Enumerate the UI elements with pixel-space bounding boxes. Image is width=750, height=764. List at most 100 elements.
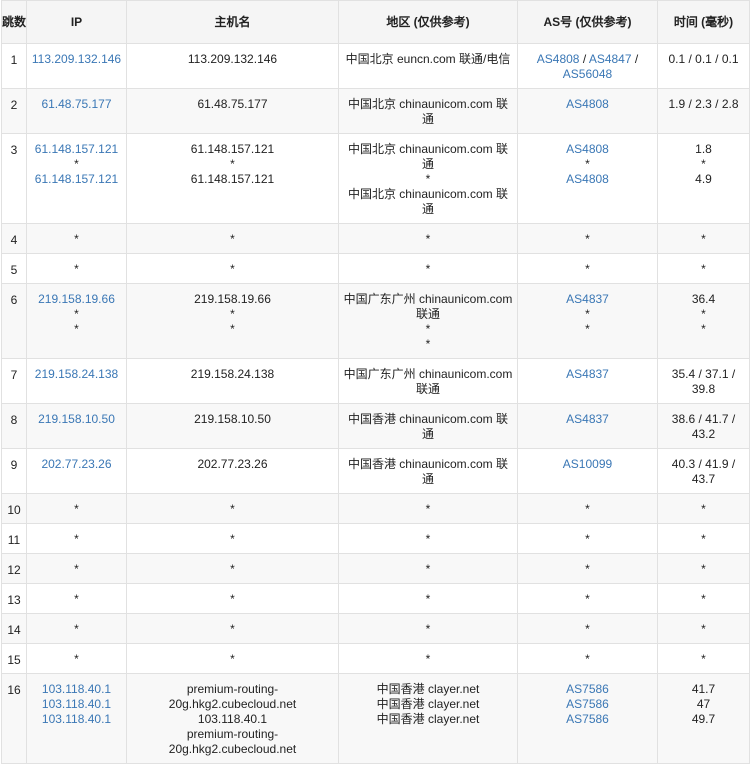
as-line: AS7586 [522, 682, 653, 697]
hostname-text: 61.148.157.121 [190, 142, 275, 156]
time-text: 41.7 [691, 682, 716, 696]
as-line: * [522, 262, 653, 277]
as-empty: * [585, 262, 590, 276]
ip-link[interactable]: 219.158.24.138 [31, 367, 122, 382]
hostname-text: * [230, 157, 235, 171]
hostname-text: * [230, 262, 235, 276]
ip-cell: * [26, 583, 127, 614]
hostname-text: premium-routing- [186, 682, 279, 696]
as-cell: AS7586 AS7586 AS7586 [517, 673, 658, 764]
as-link[interactable]: AS4837 [566, 412, 609, 426]
hostname-cell: * [126, 643, 339, 674]
ip-empty: * [74, 307, 79, 321]
time-cell: 36.4 * * [657, 283, 750, 359]
time-cell: * [657, 493, 750, 524]
region-text: * [425, 652, 431, 666]
region-text: 中国北京 euncn.com 联通/电信 [345, 52, 511, 66]
hostname-cell: * [126, 223, 339, 254]
ip-empty: * [74, 232, 79, 246]
as-line: AS4837 [522, 367, 653, 382]
ip-cell: * [26, 553, 127, 584]
as-link[interactable]: AS4808 [537, 52, 580, 66]
as-link[interactable]: AS10099 [563, 457, 612, 471]
as-header: AS号 (仅供参考) [517, 0, 658, 44]
time-text: 47 [696, 697, 711, 711]
ip-link[interactable]: 202.77.23.26 [31, 457, 122, 472]
time-cell: * [657, 583, 750, 614]
hostname-text: * [230, 502, 235, 516]
ip-empty: * [74, 322, 79, 336]
as-link[interactable]: AS4847 [589, 52, 632, 66]
as-link[interactable]: AS4808 [566, 142, 609, 156]
as-link[interactable]: AS56048 [563, 67, 612, 81]
as-cell: * [517, 613, 658, 644]
hostname-cell: 219.158.19.66 * * [126, 283, 339, 359]
as-line: AS10099 [522, 457, 653, 472]
as-line: * [522, 562, 653, 577]
time-cell: * [657, 253, 750, 284]
region-cell: 中国北京 chinaunicom.com 联通 [338, 88, 518, 134]
region-text: 中国北京 chinaunicom.com 联通 [347, 187, 509, 216]
ip-empty: * [74, 652, 79, 666]
hop-cell: 1 [1, 43, 27, 89]
table-row: 3 61.148.157.121 * 61.148.157.121 61.148.157… [1, 133, 750, 224]
time-text: 39.8 [691, 382, 716, 396]
time-text: * [701, 262, 706, 276]
as-link[interactable]: AS4837 [566, 292, 609, 306]
ip-link[interactable]: 219.158.19.66 [31, 292, 122, 307]
time-text: * [701, 157, 706, 171]
time-cell: 35.4 / 37.1 /39.8 [657, 358, 750, 404]
time-cell: * [657, 613, 750, 644]
table-row: 15 * * * * * [1, 643, 750, 674]
table-header-row: 跳数 IP 主机名 地区 (仅供参考) AS号 (仅供参考) 时间 (毫秒) [1, 0, 750, 44]
as-cell: * [517, 223, 658, 254]
as-cell: * [517, 253, 658, 284]
ip-link[interactable]: 61.148.157.121 [31, 142, 122, 157]
time-text: * [701, 232, 706, 246]
as-link[interactable]: AS7586 [566, 682, 609, 696]
ip-cell: * [26, 223, 127, 254]
ip-link[interactable]: 103.118.40.1 [31, 697, 122, 712]
ip-empty: * [74, 532, 79, 546]
time-header: 时间 (毫秒) [657, 0, 750, 44]
ip-link[interactable]: 103.118.40.1 [31, 682, 122, 697]
ip-link[interactable]: 61.148.157.121 [31, 172, 122, 187]
hop-cell: 14 [1, 613, 27, 644]
region-cell: * [338, 613, 518, 644]
time-text: * [701, 622, 706, 636]
as-empty: * [585, 562, 590, 576]
ip-link[interactable]: 219.158.10.50 [31, 412, 122, 427]
region-cell: 中国广东广州 chinaunicom.com 联通 [338, 358, 518, 404]
region-cell: 中国香港 chinaunicom.com 联通 [338, 403, 518, 449]
hostname-text: * [230, 232, 235, 246]
as-cell: * [517, 493, 658, 524]
time-cell: 1.8 * 4.9 [657, 133, 750, 224]
region-cell: * [338, 643, 518, 674]
table-row: 8 219.158.10.50 219.158.10.50 中国香港 chinauni… [1, 403, 750, 449]
ip-link[interactable]: 103.118.40.1 [31, 712, 122, 727]
table-row: 12 * * * * * [1, 553, 750, 584]
time-cell: * [657, 223, 750, 254]
as-link[interactable]: AS4808 [566, 97, 609, 111]
as-link[interactable]: AS7586 [566, 712, 609, 726]
ip-empty: * [74, 622, 79, 636]
as-link[interactable]: AS4808 [566, 172, 609, 186]
hostname-text: 219.158.24.138 [190, 367, 275, 381]
ip-cell: 113.209.132.146 [26, 43, 127, 89]
hop-cell: 15 [1, 643, 27, 674]
as-cell: AS4837 [517, 358, 658, 404]
as-cell: AS10099 [517, 448, 658, 494]
as-link[interactable]: AS7586 [566, 697, 609, 711]
as-line: * [522, 622, 653, 637]
as-empty: * [585, 622, 590, 636]
as-link[interactable]: AS4837 [566, 367, 609, 381]
time-text: * [701, 307, 706, 321]
as-line: AS7586 [522, 697, 653, 712]
ip-link[interactable]: 113.209.132.146 [31, 52, 122, 67]
region-cell: 中国广东广州 chinaunicom.com 联通 * * [338, 283, 518, 359]
as-line: * [522, 157, 653, 172]
hostname-cell: * [126, 493, 339, 524]
ip-link[interactable]: 61.48.75.177 [31, 97, 122, 112]
as-cell: * [517, 553, 658, 584]
hostname-cell: * [126, 583, 339, 614]
